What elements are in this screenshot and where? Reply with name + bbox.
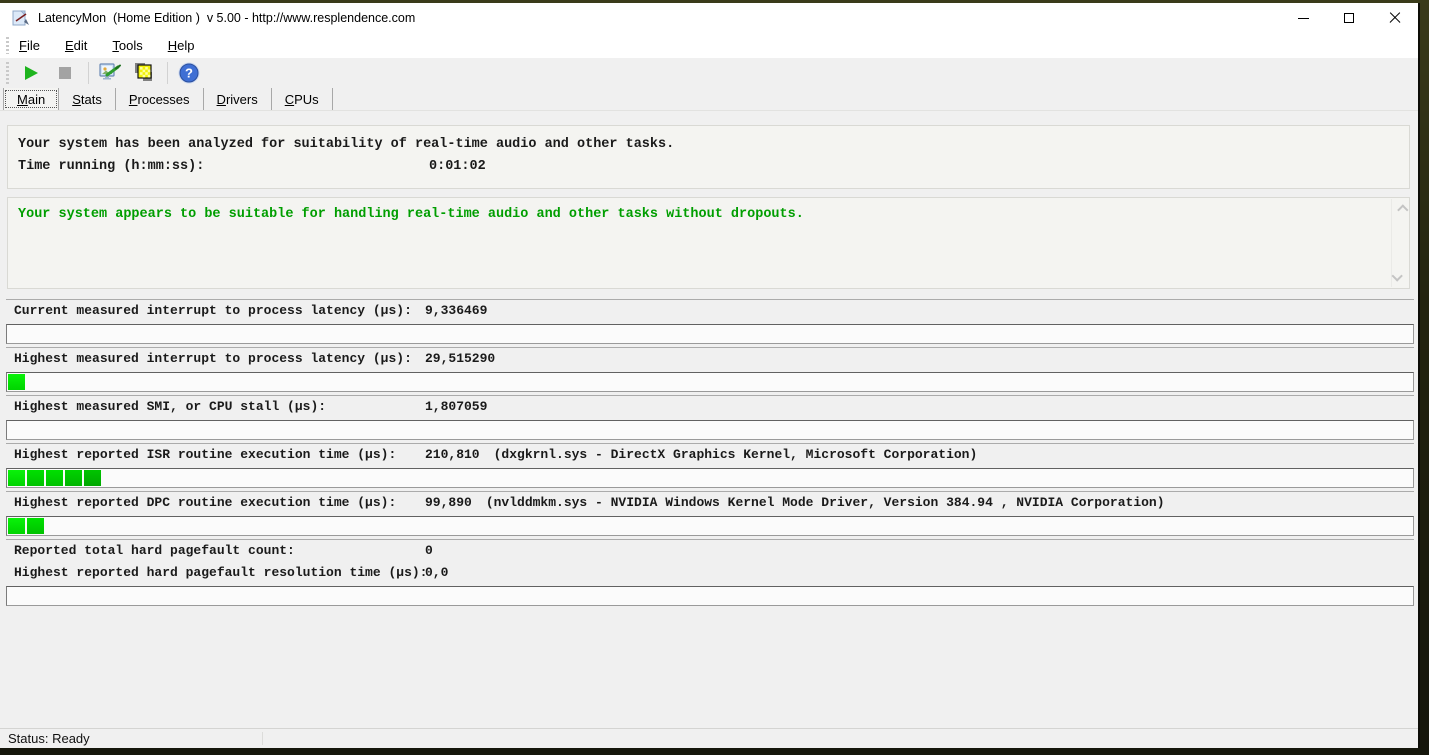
menu-item-edit[interactable]: Edit [62, 36, 90, 55]
maximize-button[interactable] [1326, 3, 1372, 33]
status-bar-divider [262, 732, 263, 745]
menu-item-tools[interactable]: Tools [109, 36, 145, 55]
report-icon [135, 63, 152, 81]
latency-bar-segment [27, 470, 44, 486]
metric-label-line: Highest reported hard pagefault resoluti… [6, 565, 1414, 582]
analysis-line: Your system has been analyzed for suitab… [18, 137, 675, 152]
options-icon [99, 63, 121, 80]
metric-row: Reported total hard pagefault count: 0 [6, 539, 1414, 563]
start-monitor-button[interactable] [18, 61, 44, 85]
report-button[interactable] [131, 61, 157, 85]
tab-stats[interactable]: Stats [59, 88, 116, 110]
verdict-message: Your system appears to be suitable for h… [18, 207, 804, 222]
stop-monitor-icon [59, 67, 71, 79]
metric-row: Highest measured interrupt to process la… [6, 347, 1414, 395]
latency-bar-segment [8, 518, 25, 534]
metric-label: Highest reported hard pagefault resoluti… [14, 565, 428, 580]
metric-label-line: Highest measured interrupt to process la… [6, 351, 1414, 368]
tab-main[interactable]: Main [3, 88, 60, 110]
tab-cpus[interactable]: C PUs [272, 88, 333, 110]
menu-bar: File Edit Tools Help [0, 33, 1418, 58]
latency-bar [6, 324, 1414, 344]
metric-value: 99,890 [425, 495, 472, 510]
latency-bar-segment [46, 470, 63, 486]
metric-label-line: Highest measured SMI, or CPU stall (µs):… [6, 399, 1414, 416]
app-icon [12, 10, 29, 26]
latency-bar-segment [84, 470, 101, 486]
window-controls [1280, 3, 1418, 33]
metric-value: 9,336469 [425, 303, 488, 318]
stop-monitor-button[interactable] [52, 61, 78, 85]
metric-label-line: Reported total hard pagefault count: 0 [6, 543, 1414, 560]
metric-label-line: Highest reported DPC routine execution t… [6, 495, 1414, 512]
metric-row: Highest reported DPC routine execution t… [6, 491, 1414, 539]
metric-value: 1,807059 [425, 399, 488, 414]
scroll-down-icon[interactable] [1391, 270, 1403, 282]
metric-label: Highest measured interrupt to process la… [14, 351, 412, 366]
latency-bar [6, 586, 1414, 606]
toolbar-separator [167, 62, 168, 84]
metric-label: Highest measured SMI, or CPU stall (µs): [14, 399, 327, 414]
latency-bar [6, 468, 1414, 488]
help-button[interactable]: ? [176, 61, 202, 85]
maximize-icon [1344, 13, 1354, 23]
metric-label: Highest reported ISR routine execution t… [14, 447, 397, 462]
metric-row: Current measured interrupt to process la… [6, 299, 1414, 347]
tab-bar: Main Stats Processes Drivers C PUs [0, 88, 1418, 111]
metric-row: Highest reported ISR routine execution t… [6, 443, 1414, 491]
time-running-line: Time running (h:mm:ss): 0:01:02 [18, 156, 1399, 178]
latency-bar [6, 372, 1414, 392]
metric-label: Highest reported DPC routine execution t… [14, 495, 397, 510]
metric-label-line: Current measured interrupt to process la… [6, 303, 1414, 320]
close-icon [1389, 12, 1401, 24]
latency-bar-segment [8, 374, 25, 390]
metric-row: Highest measured SMI, or CPU stall (µs):… [6, 395, 1414, 443]
metric-label-line: Highest reported ISR routine execution t… [6, 447, 1414, 464]
latency-bar-segment [27, 518, 44, 534]
latency-bar [6, 516, 1414, 536]
metric-detail: (nvlddmkm.sys - NVIDIA Windows Kernel Mo… [485, 495, 1165, 510]
metric-value: 0 [425, 543, 433, 558]
help-icon: ? [178, 62, 200, 84]
verdict-scrollbar[interactable] [1391, 199, 1409, 287]
menu-item-help[interactable]: Help [165, 36, 198, 55]
tab-drivers[interactable]: Drivers [204, 88, 272, 110]
latency-bar-segment [65, 470, 82, 486]
status-text: Status: Ready [8, 731, 90, 746]
close-button[interactable] [1372, 3, 1418, 33]
tab-processes[interactable]: Processes [116, 88, 204, 110]
metric-label: Reported total hard pagefault count: [14, 543, 295, 558]
latencymon-window: LatencyMon (Home Edition ) v 5.00 - http… [0, 3, 1420, 748]
verdict-panel: Your system appears to be suitable for h… [7, 197, 1410, 289]
summary-panel: Your system has been analyzed for suitab… [7, 125, 1410, 189]
metric-detail: (dxgkrnl.sys - DirectX Graphics Kernel, … [493, 447, 978, 462]
latency-bar [6, 420, 1414, 440]
toolbar-separator [88, 62, 89, 84]
options-button[interactable] [97, 61, 123, 85]
status-bar: Status: Ready [0, 728, 1418, 748]
minimize-icon [1297, 17, 1309, 19]
time-running-label: Time running (h:mm:ss): [18, 159, 205, 174]
minimize-button[interactable] [1280, 3, 1326, 33]
latency-bar-segment [8, 470, 25, 486]
metric-value: 29,515290 [425, 351, 496, 366]
svg-text:?: ? [185, 66, 193, 81]
toolbar: ? [0, 58, 1418, 88]
menu-bar-items: File Edit Tools Help [16, 36, 216, 55]
metric-value: 210,810 [425, 447, 480, 462]
time-running-value: 0:01:02 [429, 159, 486, 174]
menu-item-file[interactable]: File [16, 36, 43, 55]
start-monitor-icon [24, 66, 38, 80]
metric-label: Current measured interrupt to process la… [14, 303, 412, 318]
window-title: LatencyMon (Home Edition ) v 5.00 - http… [38, 11, 416, 25]
title-bar: LatencyMon (Home Edition ) v 5.00 - http… [0, 3, 1418, 33]
scroll-up-icon[interactable] [1397, 204, 1409, 216]
metric-value: 0,0 [425, 565, 449, 580]
metric-row: Highest reported hard pagefault resoluti… [6, 563, 1414, 609]
metrics-list: Current measured interrupt to process la… [6, 299, 1414, 609]
